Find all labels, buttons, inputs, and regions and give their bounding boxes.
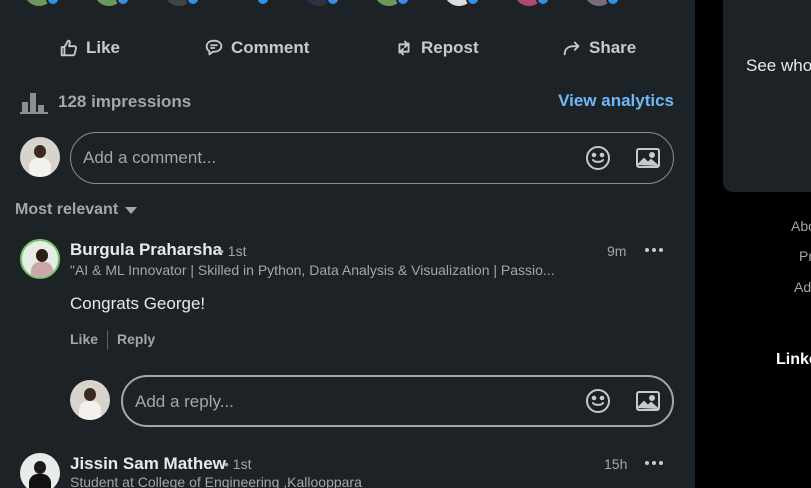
caret-down-icon: [125, 207, 138, 214]
repost-icon: [398, 40, 410, 56]
comment-reply-button[interactable]: Reply: [117, 331, 155, 347]
view-analytics-link[interactable]: View analytics: [558, 91, 674, 111]
impressions-row[interactable]: 128 impressions: [20, 90, 191, 114]
like-button[interactable]: Like: [58, 28, 120, 68]
footer-link-about[interactable]: Abo: [791, 218, 811, 234]
comment-like-button[interactable]: Like: [70, 331, 98, 347]
more-options-icon[interactable]: [642, 453, 666, 473]
reaction-badge-icon: [326, 0, 340, 6]
reaction-badge-icon: [46, 0, 60, 6]
reaction-badge-icon: [396, 0, 410, 6]
reply-input[interactable]: [135, 389, 615, 415]
reply-user-avatar[interactable]: [70, 380, 110, 420]
comment-text: Congrats George!: [70, 294, 206, 313]
reactor-avatar[interactable]: [374, 0, 410, 6]
commenter-avatar[interactable]: [20, 453, 60, 488]
share-arrow-icon: [563, 41, 580, 56]
like-label: Like: [86, 38, 121, 57]
connection-degree: • 1st: [219, 243, 247, 259]
comment-time: 9m: [607, 243, 627, 259]
share-button[interactable]: Share: [561, 28, 636, 68]
repost-button[interactable]: Repost: [393, 28, 479, 68]
reaction-badge-icon: [186, 0, 200, 6]
commenter-name[interactable]: Jissin Sam Mathew: [70, 454, 226, 474]
emoji-icon[interactable]: [584, 144, 612, 172]
reactor-avatar[interactable]: [24, 0, 60, 6]
comment-input-box[interactable]: [70, 132, 674, 184]
reaction-badge-icon: [256, 0, 270, 6]
comment-time: 15h: [604, 456, 628, 472]
reactor-avatar[interactable]: [234, 0, 270, 6]
commenter-headline: Student at College of Engineering ,Kallo…: [70, 474, 362, 488]
emoji-icon[interactable]: [584, 387, 612, 415]
commenter-name[interactable]: Burgula Praharsha: [70, 240, 222, 260]
reactor-avatar[interactable]: [304, 0, 340, 6]
connection-degree: • 1st: [224, 456, 252, 472]
footer-link-privacy[interactable]: Pr: [799, 248, 811, 264]
reactor-avatar[interactable]: [164, 0, 200, 6]
comment-label: Comment: [231, 38, 310, 57]
sidebar-card: [723, 0, 811, 192]
impressions-count: 128 impressions: [58, 92, 192, 111]
reaction-badge-icon: [606, 0, 620, 6]
more-options-icon[interactable]: [642, 240, 666, 260]
footer-link-ad[interactable]: Ad: [794, 279, 811, 295]
current-user-avatar[interactable]: [20, 137, 60, 177]
post-action-bar: Like Comment Repost Share: [0, 28, 695, 68]
repost-label: Repost: [421, 38, 479, 57]
reaction-badge-icon: [466, 0, 480, 6]
see-who-text[interactable]: See who: [746, 56, 811, 76]
commenter-avatar[interactable]: [20, 239, 60, 279]
comment-icon: [205, 39, 223, 56]
bar-chart-icon: [20, 93, 48, 114]
brand-logo: Linke: [776, 351, 811, 368]
reactor-avatar[interactable]: [584, 0, 620, 6]
comment-button[interactable]: Comment: [203, 28, 309, 68]
post-card: Like Comment Repost Share 128 impression…: [0, 0, 695, 488]
sort-dropdown[interactable]: Most relevant: [15, 201, 138, 219]
reactor-avatar[interactable]: [444, 0, 480, 6]
reply-input-box[interactable]: [121, 375, 674, 427]
reactor-avatar[interactable]: [514, 0, 550, 6]
thumbs-up-icon: [60, 39, 78, 57]
share-label: Share: [589, 38, 637, 57]
image-icon[interactable]: [634, 387, 662, 415]
reactor-avatar[interactable]: [94, 0, 130, 6]
image-icon[interactable]: [634, 144, 662, 172]
commenter-headline: "AI & ML Innovator | Skilled in Python, …: [70, 262, 555, 278]
action-divider: [107, 330, 108, 350]
comment-input[interactable]: [83, 145, 563, 171]
sort-label: Most relevant: [15, 201, 119, 218]
reaction-badge-icon: [116, 0, 130, 6]
reaction-badge-icon: [536, 0, 550, 6]
